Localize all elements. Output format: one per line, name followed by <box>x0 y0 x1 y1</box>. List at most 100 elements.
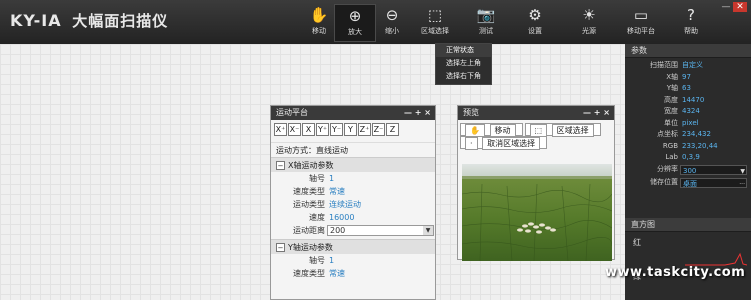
toolbar-button-5[interactable]: ⚙ 设置 <box>514 4 556 42</box>
param-value: 97 <box>682 72 691 81</box>
axis-z-minus-button[interactable]: Z⁻ <box>372 123 385 136</box>
param-label: 扫描范围 <box>650 61 678 69</box>
param-row: 轴号 1 <box>271 254 435 267</box>
param-row: 点坐标 234,432 <box>625 129 751 141</box>
axis-z-button[interactable]: Z <box>386 123 399 136</box>
param-label: RGB <box>662 141 678 150</box>
histogram-red-channel: 红 <box>625 232 751 268</box>
preview-buttons: ✋ 移动 ⬚ 区域选择· 取消区域选择 <box>458 120 614 150</box>
axis-x-button[interactable]: X <box>302 123 315 136</box>
menu-item-top-left[interactable]: 选择左上角 <box>436 57 491 70</box>
axis-y-minus-button[interactable]: Y⁻ <box>330 123 343 136</box>
x-axis-section-header[interactable]: − X轴运动参数 <box>271 157 435 172</box>
axis-x-plus-button[interactable]: X⁺ <box>274 123 287 136</box>
preview-cancel-region-button[interactable]: · 取消区域选择 <box>460 136 548 150</box>
param-value: 233,20,44 <box>682 141 718 150</box>
preview-panel: 预览 — + × ✋ 移动 ⬚ 区域选择· 取消区域选择 <box>457 105 615 261</box>
toolbar-button-7[interactable]: ▭ 移动平台 <box>620 4 662 42</box>
param-row: 单位 pixel <box>625 118 751 130</box>
param-label: 轴号 <box>309 174 325 183</box>
parameter-sidebar: 参数 扫描范围 自定义 X轴 97 Y轴 63 高度 14470 宽度 4324 单位 pixel 点坐… <box>625 44 751 300</box>
param-label: 速度类型 <box>293 187 325 196</box>
save-location-field[interactable]: 桌面 ··· <box>680 177 747 191</box>
preview-image[interactable] <box>462 164 612 261</box>
toolbar-button-4[interactable]: 📷 测试 <box>465 4 507 42</box>
param-value[interactable]: 常速 <box>329 185 345 198</box>
toolbar-button-6[interactable]: ☀ 光源 <box>568 4 610 42</box>
distance-select[interactable]: 200 ▼ <box>327 225 434 236</box>
panel-window-controls[interactable]: — + × <box>583 106 610 120</box>
toolbar-label: 设置 <box>528 27 542 35</box>
param-row-save-location: 储存位置 桌面 ··· <box>625 177 751 191</box>
param-row: 轴号 1 <box>271 172 435 185</box>
axis-y-plus-button[interactable]: Y⁺ <box>316 123 329 136</box>
param-value: 234,432 <box>682 130 711 138</box>
panel-title: 预览 <box>463 108 479 117</box>
axis-x-minus-button[interactable]: X⁻ <box>288 123 301 136</box>
top-toolbar: KY-IA 大幅面扫描仪 ✋ 移动 ⊕ 放大 ⊖ 缩小 ⬚ 区域选择 📷 测试 ⚙ 设置 ☀ 光源 ▭ 移动平… <box>0 0 751 44</box>
lightbulb-icon: ☀ <box>582 6 596 24</box>
toolbar-label: 区域选择 <box>421 27 449 35</box>
close-button[interactable]: ✕ <box>733 2 747 12</box>
param-value[interactable]: 1 <box>329 172 334 185</box>
param-value[interactable]: 16000 <box>329 211 354 224</box>
param-label: Y轴 <box>666 84 678 92</box>
toolbar-label: 移动平台 <box>627 27 655 35</box>
param-row: 速度 16000 <box>271 211 435 224</box>
histogram-title: 直方图 <box>625 218 751 232</box>
param-value: 4324 <box>682 107 700 115</box>
param-row-resolution: 分辨率 300 ▼ <box>625 164 751 177</box>
app-logo: KY-IA 大幅面扫描仪 <box>10 11 169 30</box>
param-label: 运动类型 <box>293 200 325 209</box>
menu-item-bottom-right[interactable]: 选择右下角 <box>436 70 491 83</box>
axis-y-button[interactable]: Y <box>344 123 357 136</box>
toolbar-button-1[interactable]: ⊕ 放大 <box>334 4 376 42</box>
region-select-icon: ⬚ <box>427 6 443 24</box>
param-value[interactable]: 1 <box>329 254 334 267</box>
param-value: 0,3,9 <box>682 153 700 161</box>
collapse-icon[interactable]: − <box>276 161 285 170</box>
help-icon: ? <box>687 6 695 24</box>
toolbar-button-2[interactable]: ⊖ 缩小 <box>371 4 413 42</box>
menu-item-normal[interactable]: 正常状态 <box>436 44 491 57</box>
chevron-down-icon[interactable]: ▼ <box>740 166 745 178</box>
toolbar-button-8[interactable]: ? 帮助 <box>670 4 712 42</box>
param-label: 宽度 <box>664 107 678 115</box>
camera-icon: 📷 <box>476 6 496 24</box>
parameter-panel-title: 参数 <box>625 44 751 58</box>
preview-region-button[interactable]: ⬚ 区域选择 <box>524 123 601 137</box>
x-distance-row: 运动距离 200 ▼ <box>271 224 435 239</box>
param-value[interactable]: 常速 <box>329 267 345 280</box>
param-row: 扫描范围 自定义 <box>625 60 751 72</box>
platform-icon: ▭ <box>633 6 649 24</box>
panel-title-bar: 运动平台 — + × <box>271 106 435 120</box>
chevron-down-icon[interactable]: ▼ <box>423 226 433 235</box>
param-label: 高度 <box>664 95 678 104</box>
toolbar-label: 缩小 <box>385 27 399 35</box>
toolbar-button-3[interactable]: ⬚ 区域选择 <box>414 4 456 42</box>
panel-window-controls[interactable]: — + × <box>404 106 431 120</box>
zoom-out-icon: ⊖ <box>385 6 399 24</box>
param-row: 速度类型 常速 <box>271 185 435 198</box>
resolution-select[interactable]: 300 ▼ <box>680 164 747 178</box>
axis-buttons: X⁺ X⁻ X Y⁺ Y⁻ Y Z⁺ Z⁻ Z <box>271 120 435 142</box>
param-value: 14470 <box>682 95 705 104</box>
param-label: 点坐标 <box>657 130 678 138</box>
more-button[interactable]: ··· <box>739 179 745 191</box>
param-label: 速度类型 <box>293 269 325 278</box>
param-row: Lab 0,3,9 <box>625 152 751 164</box>
param-label: 单位 <box>664 118 678 127</box>
param-value: 自定义 <box>682 61 703 69</box>
y-axis-section-header[interactable]: − Y轴运动参数 <box>271 239 435 254</box>
zoom-in-icon: ⊕ <box>348 7 362 25</box>
panel-title: 运动平台 <box>276 108 308 117</box>
collapse-icon[interactable]: − <box>276 243 285 252</box>
window-controls: — ✕ <box>719 2 747 12</box>
minimize-button[interactable]: — <box>719 2 733 12</box>
preview-move-button[interactable]: ✋ 移动 <box>460 123 523 137</box>
axis-z-plus-button[interactable]: Z⁺ <box>358 123 371 136</box>
param-label: 速度 <box>309 213 325 222</box>
param-label: 运动距离 <box>293 226 325 235</box>
param-label: 轴号 <box>309 256 325 265</box>
param-value[interactable]: 连续运动 <box>329 198 361 211</box>
